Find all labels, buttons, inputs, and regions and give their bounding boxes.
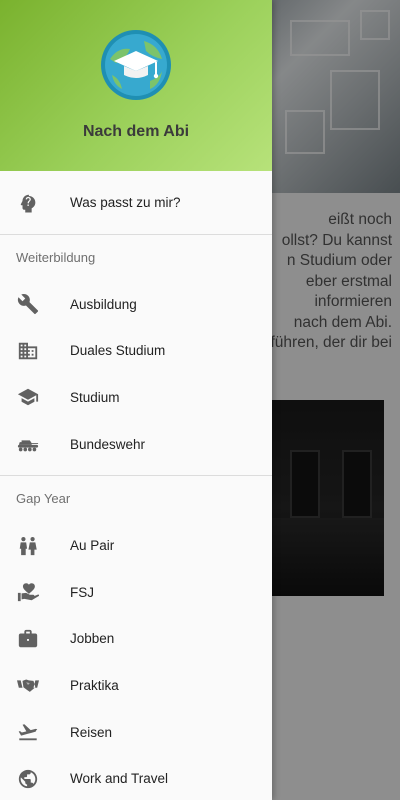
menu-item-label: Jobben [70, 631, 115, 647]
menu-item-was-passt-zu-mir[interactable]: Was passt zu mir? [0, 171, 272, 234]
menu-item-reisen[interactable]: Reisen [0, 709, 272, 756]
menu-item-bundeswehr[interactable]: Bundeswehr [0, 421, 272, 468]
menu-item-label: Duales Studium [70, 343, 166, 359]
drawer-header: Nach dem Abi [0, 0, 272, 171]
wrench-icon [16, 292, 40, 316]
menu-item-label: Was passt zu mir? [70, 195, 181, 210]
section-title-weiterbildung: Weiterbildung [16, 250, 96, 265]
menu-item-duales-studium[interactable]: Duales Studium [0, 328, 272, 375]
menu-item-label: Bundeswehr [70, 436, 146, 452]
people-icon [16, 534, 40, 558]
menu-item-label: Au Pair [70, 538, 115, 554]
flight-takeoff-icon [16, 720, 40, 744]
school-icon [16, 385, 40, 409]
menu-item-label: Praktika [70, 677, 119, 693]
tank-icon [16, 432, 40, 456]
menu-item-au-pair[interactable]: Au Pair [0, 522, 272, 569]
volunteer-icon [16, 580, 40, 604]
handshake-icon [16, 673, 40, 697]
menu-item-label: FSJ [70, 584, 95, 600]
menu-item-studium[interactable]: Studium [0, 374, 272, 421]
globe-icon [16, 767, 40, 791]
menu-item-label: Ausbildung [70, 296, 137, 312]
menu-item-label: Work and Travel [70, 771, 169, 787]
graduation-cap-globe-icon [101, 30, 171, 100]
app-title: Nach dem Abi [82, 123, 190, 140]
menu-item-label: Reisen [70, 724, 113, 740]
menu-item-work-and-travel[interactable]: Work and Travel [0, 755, 272, 800]
menu-item-fsj[interactable]: FSJ [0, 569, 272, 616]
menu-item-praktika[interactable]: Praktika [0, 662, 272, 709]
business-icon [16, 339, 40, 363]
menu-item-ausbildung[interactable]: Ausbildung [0, 281, 272, 328]
section-title-gap-year: Gap Year [16, 491, 71, 507]
navigation-drawer: Nach dem Abi Was passt zu mir? Weiterbil… [0, 0, 272, 800]
help-head-icon [16, 191, 40, 215]
menu-item-label: Studium [70, 389, 120, 405]
briefcase-icon [16, 627, 40, 651]
menu-item-jobben[interactable]: Jobben [0, 616, 272, 663]
